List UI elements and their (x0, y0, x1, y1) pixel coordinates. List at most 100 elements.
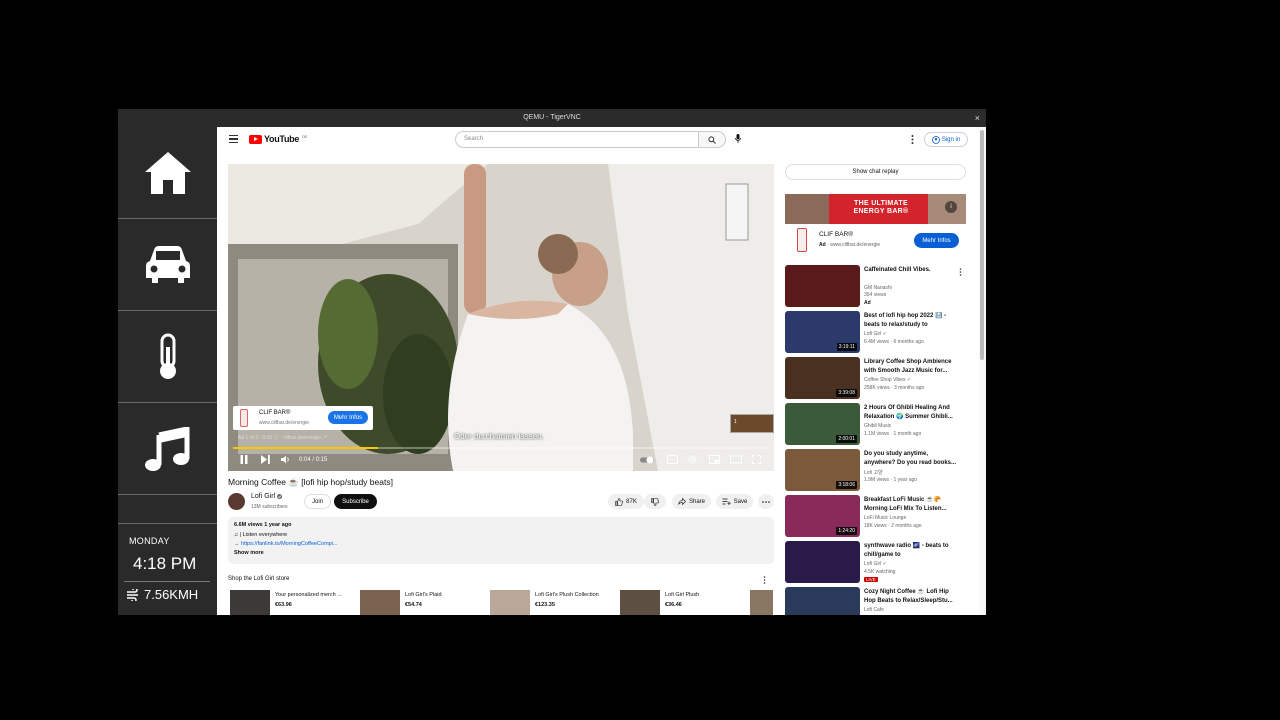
microphone-icon[interactable] (735, 134, 741, 143)
desktop: QEMU - TigerVNC × MONDAY 4:18 PM 7.56KMH… (0, 0, 1280, 720)
climate-button[interactable] (118, 311, 217, 403)
next-ad-preview[interactable]: 1 (730, 414, 774, 433)
subtitles-icon[interactable]: CC (667, 455, 678, 464)
rec-views: 6.4M views · 6 months ago (864, 339, 924, 345)
vnc-window: QEMU - TigerVNC × MONDAY 4:18 PM 7.56KMH… (118, 109, 986, 615)
ad-meta: Ad 1 of 2 · 0:10 ⓘ · clifbar.de/energie … (238, 435, 328, 441)
ad-label: Ad (819, 242, 826, 248)
ad-banner-text: THE ULTIMATE ENERGY BAR® (853, 200, 909, 215)
ad-badge: Ad (864, 300, 871, 306)
shop-item-name: Lofi Girl's Plaid (405, 592, 442, 598)
rec-channel: Lofi Girl ✓ (864, 331, 887, 337)
channel-avatar[interactable] (228, 493, 245, 510)
sidebar-ad-banner[interactable]: THE ULTIMATE ENERGY BAR® i (785, 194, 966, 224)
page-scrollbar[interactable] (979, 127, 986, 615)
settings-icon[interactable] (688, 455, 697, 464)
join-button[interactable]: Join (304, 494, 331, 509)
fanlink[interactable]: https://fanlink.to/MorningCoffeeCompi... (241, 541, 338, 547)
shop-item-image (230, 590, 270, 615)
dashboard-status: MONDAY 4:18 PM 7.56KMH (118, 523, 217, 615)
shop-item-price: €54.74 (405, 602, 422, 608)
miniplayer-icon[interactable] (709, 455, 720, 464)
recommendation-item[interactable]: Cozy Night Coffee ☕ Lofi Hip Hop Beats t… (785, 587, 968, 615)
youtube-logo[interactable]: YouTube DE (249, 134, 307, 144)
home-button[interactable] (118, 127, 217, 219)
fullscreen-icon[interactable] (752, 455, 761, 464)
sign-in-button[interactable]: Sign in (924, 132, 968, 147)
recommendation-item[interactable]: 1:24:20 Breakfast LoFi Music ☕🥐 Morning … (785, 495, 968, 538)
video-thumbnail: 1:24:20 (785, 495, 860, 537)
volume-icon[interactable] (281, 455, 291, 464)
recommendation-item[interactable]: 3:19:11 Best of lofi hip hop 2022 🔝 - be… (785, 311, 968, 354)
ad-more-info-button[interactable]: Mehr Infos (914, 233, 959, 248)
rec-views: 18K views · 2 months ago (864, 523, 922, 529)
thumbs-up-icon (615, 497, 623, 506)
progress-bar[interactable] (233, 447, 769, 449)
description-box[interactable]: 6.6M views 1 year ago ♫ | Listen everywh… (228, 517, 774, 564)
channel-name[interactable]: Lofi Girl (251, 493, 283, 500)
ad-more-info-button[interactable]: Mehr Infos (328, 411, 368, 424)
rec-more-icon[interactable] (959, 268, 962, 276)
menu-icon[interactable] (229, 135, 238, 143)
car-button[interactable] (118, 219, 217, 311)
home-icon (144, 151, 191, 194)
rec-views: 1.9M views · 1 year ago (864, 477, 918, 483)
shop-more-icon[interactable] (763, 576, 766, 584)
save-button[interactable]: Save (716, 494, 753, 509)
subscribe-button[interactable]: Subscribe (334, 494, 377, 509)
ad-product-image (240, 409, 248, 427)
recommendation-item[interactable]: 3:18:06 Do you study anytime, anywhere? … (785, 449, 968, 492)
rec-title: Do you study anytime, anywhere? Do you r… (864, 451, 957, 466)
like-button[interactable]: 87K (608, 494, 644, 509)
shop-title: Shop the Lofi Girl store (228, 576, 290, 582)
time-display: 0:04 / 0:15 (299, 457, 328, 463)
shop-item-name: Your personalized merch ... (275, 592, 342, 598)
search-input[interactable]: Search (455, 131, 699, 148)
ad-name: CLIF BAR® (259, 410, 291, 416)
recommendation-item[interactable]: 2:00:01 2 Hours Of Ghibli Healing And Re… (785, 403, 968, 446)
overlay-ad-card[interactable]: CLIF BAR® www.clifbar.de/energie Mehr In… (233, 406, 373, 430)
save-playlist-icon (722, 498, 731, 505)
recommendation-item[interactable]: synthwave radio 🌌 - beats to chill/game … (785, 541, 968, 584)
sign-in-label: Sign in (941, 136, 961, 143)
duration-badge: 3:19:11 (836, 343, 857, 351)
show-more-button[interactable]: Show more (234, 550, 264, 556)
theater-mode-icon[interactable] (730, 455, 742, 464)
thumbs-down-icon (651, 497, 659, 506)
dashboard-sidebar: MONDAY 4:18 PM 7.56KMH (118, 127, 217, 615)
day-label: MONDAY (129, 536, 170, 546)
rec-title: Caffeinated Chill Vibes. (864, 267, 931, 273)
youtube-page: YouTube DE Search Sign in CLIF BAR® www.… (217, 127, 986, 615)
like-count: 87K (626, 498, 637, 505)
recommendation-item[interactable]: Caffeinated Chill Vibes. GM Nanashi 354 … (785, 265, 968, 308)
share-button[interactable]: Share (672, 494, 711, 509)
shop-item-image (490, 590, 530, 615)
pause-icon[interactable] (240, 455, 248, 464)
next-icon[interactable] (261, 455, 270, 464)
dislike-button[interactable] (644, 494, 666, 509)
rec-title: Library Coffee Shop Ambience with Smooth… (864, 359, 952, 374)
video-player[interactable]: CLIF BAR® www.clifbar.de/energie Mehr In… (228, 164, 774, 471)
rec-title: 2 Hours Of Ghibli Healing And Relaxation… (864, 405, 953, 420)
video-thumbnail (785, 541, 860, 583)
recommendation-item[interactable]: 3:39:08 Library Coffee Shop Ambience wit… (785, 357, 968, 400)
close-icon[interactable]: × (975, 109, 980, 127)
more-actions-button[interactable] (758, 494, 774, 509)
info-icon[interactable]: i (945, 201, 957, 213)
scrollbar-thumb[interactable] (980, 130, 984, 360)
share-label: Share (688, 498, 705, 505)
search-button[interactable] (698, 131, 726, 148)
share-icon (678, 498, 686, 505)
shop-next-item[interactable] (750, 590, 773, 615)
save-label: Save (733, 498, 748, 505)
show-chat-replay-button[interactable]: Show chat replay (785, 164, 966, 180)
shop-item-name: Lofi Girl Plush (665, 592, 700, 598)
thermometer-icon (159, 333, 176, 379)
more-options-icon[interactable] (911, 135, 914, 144)
clock: 4:18 PM (133, 554, 197, 573)
music-button[interactable] (118, 403, 217, 495)
duration-badge: 2:00:01 (836, 435, 857, 443)
autoplay-toggle-icon[interactable] (640, 456, 656, 464)
sidebar-ad-info[interactable]: CLIF BAR® Ad · www.clifbar.de/energie Me… (785, 224, 966, 258)
next-ad-count: 1 (734, 419, 737, 425)
